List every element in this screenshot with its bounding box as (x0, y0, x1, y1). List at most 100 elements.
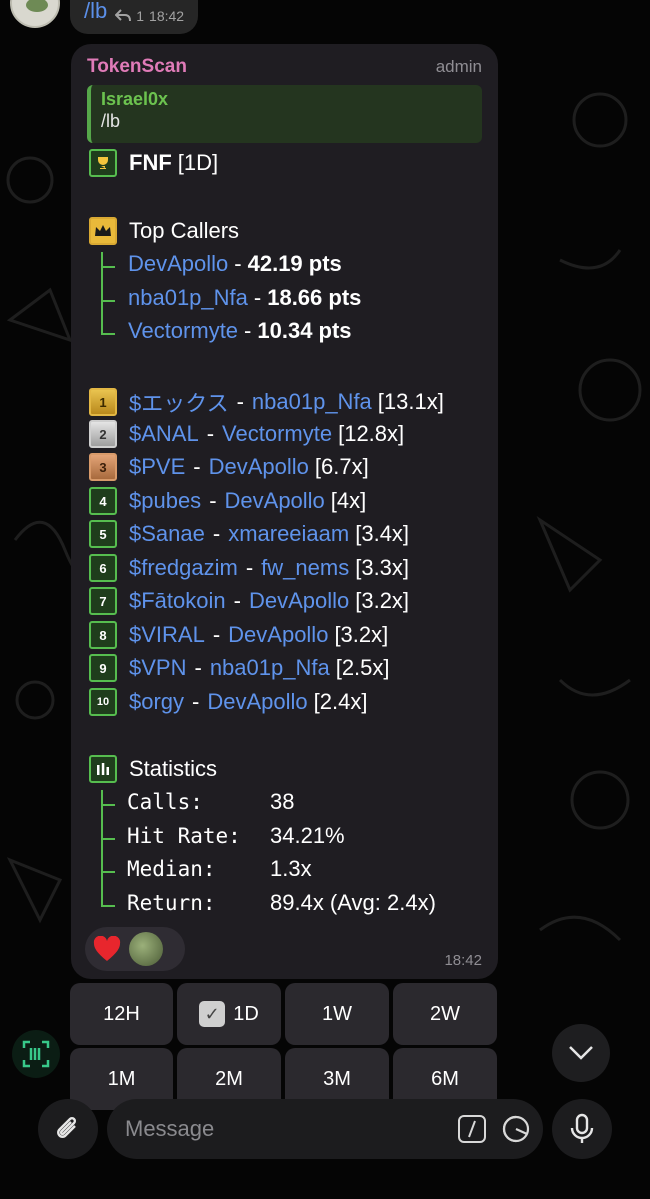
rank-badge: 4 (89, 487, 117, 515)
scan-icon[interactable] (12, 1030, 60, 1078)
separator: - (209, 488, 217, 513)
rank-badge: 5 (89, 520, 117, 548)
reply-arrow-icon (115, 9, 132, 22)
period-button-2w[interactable]: 2W (393, 983, 497, 1045)
message-composer[interactable] (107, 1099, 543, 1159)
caller-link[interactable]: DevApollo (228, 622, 328, 648)
previous-message-bubble[interactable]: /lb 1 18:42 (70, 0, 198, 34)
stat-row: Hit Rate: 34.21% (127, 823, 345, 849)
top-callers-tree-line (101, 252, 103, 334)
rank-badge: 8 (89, 621, 117, 649)
attach-button[interactable] (38, 1099, 98, 1159)
rank-badge: 9 (89, 654, 117, 682)
token-link[interactable]: $pubes (129, 488, 201, 514)
period-button-label: 1M (107, 1067, 136, 1090)
stat-row: Calls: 38 (127, 789, 294, 815)
top-caller-score: 18.66 pts (267, 285, 362, 310)
period-button-12h[interactable]: 12H (70, 983, 173, 1045)
sticker-icon[interactable] (501, 1114, 531, 1144)
separator: - (212, 622, 221, 647)
period-button-label: 1W (322, 1002, 352, 1025)
microphone-icon (570, 1113, 594, 1143)
reply-quote-author: Israel0x (101, 89, 169, 109)
statistics-tree-line (101, 790, 103, 906)
caller-link[interactable]: DevApollo (225, 488, 325, 514)
leaderboard-row: 6 $fredgazim - fw_nems [3.3x] (89, 554, 409, 582)
period-button-label: 2M (215, 1067, 243, 1090)
top-caller-link[interactable]: nba01p_Nfa (128, 285, 248, 311)
token-link[interactable]: $VIRAL (129, 622, 205, 648)
token-link[interactable]: $fredgazim (129, 555, 238, 581)
leaderboard-row: 3 $PVE - DevApollo [6.7x] (89, 453, 369, 481)
tree-branch (101, 804, 115, 806)
reactor-avatar[interactable] (129, 932, 163, 966)
sender-name[interactable]: TokenScan (87, 56, 187, 78)
stat-value: 38 (270, 789, 295, 814)
caller-link[interactable]: nba01p_Nfa (252, 389, 372, 415)
multiplier: [6.7x] (314, 454, 369, 479)
message-input[interactable] (125, 1116, 457, 1142)
voice-message-button[interactable] (552, 1099, 612, 1159)
tree-branch (101, 871, 115, 873)
bar-chart-icon (89, 755, 117, 783)
period-button-label: 2W (430, 1002, 460, 1025)
period-button-1d[interactable]: ✓ 1D (177, 983, 281, 1045)
top-callers-title: Top Callers (129, 218, 240, 243)
period-button-label: 1D (233, 1002, 259, 1025)
token-link[interactable]: $orgy (129, 689, 184, 715)
multiplier: [2.5x] (335, 655, 390, 680)
crown-icon (89, 217, 117, 245)
stat-row: Return: 89.4x (Avg: 2.4x) (127, 890, 436, 916)
rank-badge: 1 (89, 388, 117, 416)
scroll-down-button[interactable] (552, 1024, 610, 1082)
previous-message-meta: 1 18:42 (115, 8, 184, 24)
stat-row: Median: 1.3x (127, 856, 312, 882)
token-link[interactable]: $Fātokoin (129, 588, 226, 614)
leaderboard-row: 8 $VIRAL - DevApollo [3.2x] (89, 621, 388, 649)
token-link[interactable]: $PVE (129, 454, 185, 480)
caller-link[interactable]: fw_nems (261, 555, 349, 581)
stat-label: Calls: (127, 790, 203, 814)
top-caller-row: DevApollo - 42.19 pts (128, 251, 342, 277)
separator: - (192, 689, 200, 714)
rank-badge: 2 (89, 420, 117, 448)
top-caller-row: nba01p_Nfa - 18.66 pts (128, 285, 361, 311)
checkmark-icon: ✓ (199, 1001, 226, 1027)
reactions-pill[interactable] (85, 927, 185, 971)
rank-badge: 10 (89, 688, 117, 716)
caller-link[interactable]: DevApollo (207, 689, 307, 715)
caller-link[interactable]: xmareeiaam (228, 521, 349, 547)
caller-link[interactable]: DevApollo (209, 454, 309, 480)
stat-label: Return: (127, 891, 216, 915)
trophy-icon (89, 149, 117, 177)
bot-commands-icon[interactable] (457, 1114, 487, 1144)
sender-role-badge: admin (435, 57, 482, 76)
separator: - (234, 251, 242, 276)
separator: - (236, 389, 244, 414)
reply-quote[interactable]: Israel0x /lb (87, 85, 482, 143)
stat-value: 34.21% (270, 823, 345, 848)
separator: - (194, 655, 202, 680)
multiplier: [2.4x] (313, 689, 368, 714)
period-button-label: 12H (103, 1002, 140, 1025)
separator: - (206, 421, 215, 446)
token-link[interactable]: $エックス (129, 386, 229, 418)
separator: - (193, 454, 201, 479)
token-link[interactable]: $ANAL (129, 421, 199, 447)
token-link[interactable]: $VPN (129, 655, 186, 681)
caller-link[interactable]: nba01p_Nfa (210, 655, 330, 681)
chevron-down-icon (569, 1046, 593, 1060)
separator: - (233, 588, 241, 613)
multiplier: [3.2x] (334, 622, 389, 647)
leaderboard-row: 2 $ANAL - Vectormyte [12.8x] (89, 420, 404, 448)
token-link[interactable]: $Sanae (129, 521, 205, 547)
period-button-1w[interactable]: 1W (285, 983, 389, 1045)
caller-link[interactable]: DevApollo (249, 588, 349, 614)
rank-badge: 3 (89, 453, 117, 481)
top-caller-link[interactable]: DevApollo (128, 251, 228, 277)
top-caller-link[interactable]: Vectormyte (128, 318, 238, 344)
bot-message-bubble[interactable]: TokenScan admin Israel0x /lb FNF [1D] To… (71, 44, 498, 979)
caller-link[interactable]: Vectormyte (222, 421, 332, 447)
leaderboard-row: 4 $pubes - DevApollo [4x] (89, 487, 366, 515)
tree-branch (101, 905, 115, 907)
